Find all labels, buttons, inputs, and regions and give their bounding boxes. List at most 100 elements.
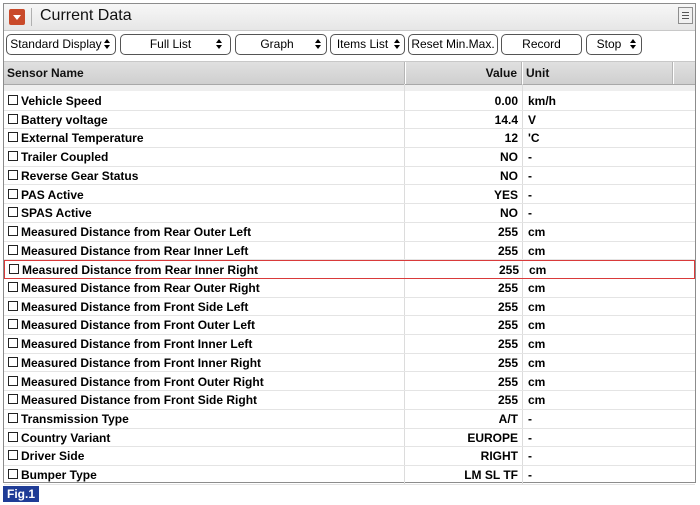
sensor-unit: - bbox=[528, 411, 532, 426]
sensor-unit: cm bbox=[529, 263, 547, 278]
menu-icon[interactable] bbox=[678, 7, 693, 24]
checkbox-icon[interactable] bbox=[8, 151, 18, 162]
table-row[interactable]: Transmission Type A/T - bbox=[4, 410, 695, 429]
checkbox-icon[interactable] bbox=[8, 319, 18, 330]
sensor-value: 255 bbox=[497, 224, 518, 239]
column-divider[interactable] bbox=[521, 62, 523, 84]
record-button[interactable]: Record bbox=[501, 34, 582, 55]
items-list-select[interactable]: Items List bbox=[330, 34, 405, 55]
checkbox-icon[interactable] bbox=[8, 356, 18, 367]
table-row[interactable]: Measured Distance from Front Inner Left 2… bbox=[4, 335, 695, 354]
record-label: Record bbox=[522, 37, 561, 51]
checkbox-icon[interactable] bbox=[8, 338, 18, 349]
column-divider[interactable] bbox=[672, 62, 674, 84]
sensor-unit: cm bbox=[528, 243, 546, 258]
items-list-label: Items List bbox=[336, 37, 389, 51]
sensor-name: Driver Side bbox=[21, 449, 85, 464]
sensor-unit: - bbox=[528, 187, 532, 202]
spinner-arrows-icon bbox=[216, 39, 222, 50]
checkbox-icon[interactable] bbox=[8, 375, 18, 386]
table-row[interactable]: SPAS Active NO - bbox=[4, 204, 695, 223]
checkbox-icon[interactable] bbox=[8, 95, 18, 105]
sensor-name: Country Variant bbox=[21, 430, 111, 445]
sensor-name: SPAS Active bbox=[21, 206, 92, 221]
sensor-name: Measured Distance from Rear Inner Right bbox=[22, 263, 259, 278]
sensor-value: 14.4 bbox=[494, 112, 518, 127]
checkbox-icon[interactable] bbox=[8, 431, 18, 442]
sensor-unit: cm bbox=[528, 355, 546, 370]
table-row[interactable]: Measured Distance from Front Side Left 25… bbox=[4, 298, 695, 317]
sensor-value: NO bbox=[500, 206, 518, 221]
table-row[interactable]: Driver Side RIGHT - bbox=[4, 447, 695, 466]
table-row[interactable]: Measured Distance from Rear Inner Right 2… bbox=[4, 260, 695, 279]
sensor-value: NO bbox=[500, 168, 518, 183]
checkbox-icon[interactable] bbox=[9, 264, 19, 275]
sensor-unit: V bbox=[528, 112, 537, 127]
checkbox-icon[interactable] bbox=[8, 132, 18, 143]
table-row[interactable]: Bumper Type LM SL TF - bbox=[4, 466, 695, 485]
checkbox-icon[interactable] bbox=[8, 169, 18, 180]
checkbox-icon[interactable] bbox=[8, 450, 18, 461]
sensor-value: EUROPE bbox=[467, 430, 518, 445]
table-row[interactable]: PAS Active YES - bbox=[4, 186, 695, 205]
table-row[interactable]: External Temperature 12 'C bbox=[4, 129, 695, 149]
table-row[interactable]: Trailer Coupled NO - bbox=[4, 148, 695, 167]
sensor-value: 255 bbox=[497, 337, 518, 352]
table-row[interactable]: Vehicle Speed 0.00 km/h bbox=[4, 92, 695, 111]
checkbox-icon[interactable] bbox=[8, 469, 18, 479]
checkbox-icon[interactable] bbox=[8, 225, 18, 236]
checkbox-icon[interactable] bbox=[8, 244, 18, 255]
reset-min-max-button[interactable]: Reset Min.Max. bbox=[408, 34, 498, 55]
sensor-unit: cm bbox=[528, 299, 546, 314]
graph-select[interactable]: Graph bbox=[235, 34, 327, 55]
sensor-value: 255 bbox=[497, 374, 518, 389]
figure-label: Fig.1 bbox=[3, 486, 39, 502]
stop-select[interactable]: Stop bbox=[586, 34, 642, 55]
display-mode-select[interactable]: Standard Display bbox=[6, 34, 116, 55]
table-row[interactable]: Measured Distance from Rear Outer Left 25… bbox=[4, 223, 695, 242]
title-separator bbox=[31, 8, 32, 26]
table-row[interactable]: Battery voltage 14.4 V bbox=[4, 111, 695, 130]
checkbox-icon[interactable] bbox=[8, 282, 18, 292]
sensor-name: Battery voltage bbox=[21, 112, 108, 127]
column-header-unit[interactable]: Unit bbox=[526, 62, 549, 84]
checkbox-icon[interactable] bbox=[8, 207, 18, 218]
collapse-arrow-icon[interactable] bbox=[9, 9, 25, 25]
sensor-unit: - bbox=[528, 449, 532, 464]
sensor-value: NO bbox=[500, 150, 518, 165]
sensor-unit: - bbox=[528, 150, 532, 165]
sensor-name: Trailer Coupled bbox=[21, 150, 109, 165]
sensor-value: 12 bbox=[504, 131, 518, 146]
reset-min-max-label: Reset Min.Max. bbox=[411, 37, 495, 51]
spinner-arrows-icon bbox=[104, 39, 110, 50]
checkbox-icon[interactable] bbox=[8, 188, 18, 199]
current-data-panel: Current Data Standard Display Full List … bbox=[3, 3, 696, 485]
sensor-value: 255 bbox=[497, 299, 518, 314]
table-row[interactable]: Measured Distance from Front Outer Right… bbox=[4, 373, 695, 392]
sensor-name: Measured Distance from Rear Inner Left bbox=[21, 243, 249, 258]
table-row[interactable]: Reverse Gear Status NO - bbox=[4, 167, 695, 186]
table-row[interactable]: Measured Distance from Rear Outer Right 2… bbox=[4, 279, 695, 298]
sensor-name: External Temperature bbox=[21, 131, 144, 146]
table-row[interactable]: Measured Distance from Rear Inner Left 25… bbox=[4, 242, 695, 261]
table-row[interactable]: Measured Distance from Front Inner Right… bbox=[4, 354, 695, 373]
checkbox-icon[interactable] bbox=[8, 412, 18, 423]
sensor-name: Bumper Type bbox=[21, 468, 97, 482]
sensor-name: Measured Distance from Rear Outer Right bbox=[21, 281, 260, 295]
checkbox-icon[interactable] bbox=[8, 394, 18, 405]
sensor-value: RIGHT bbox=[480, 449, 518, 464]
table-row[interactable]: Measured Distance from Front Outer Left 2… bbox=[4, 316, 695, 336]
checkbox-icon[interactable] bbox=[8, 300, 18, 311]
sensor-name: Reverse Gear Status bbox=[21, 168, 139, 183]
list-mode-select[interactable]: Full List bbox=[120, 34, 231, 55]
sensor-value: 255 bbox=[497, 243, 518, 258]
column-header-sensor-name[interactable]: Sensor Name bbox=[7, 62, 84, 84]
sensor-value: A/T bbox=[498, 411, 518, 426]
sensor-unit: - bbox=[528, 430, 532, 445]
table-row[interactable]: Country Variant EUROPE - bbox=[4, 429, 695, 448]
checkbox-icon[interactable] bbox=[8, 113, 18, 124]
sensor-unit: cm bbox=[528, 374, 546, 389]
title-bar: Current Data bbox=[4, 4, 695, 31]
table-row[interactable]: Measured Distance from Front Side Right 2… bbox=[4, 391, 695, 410]
column-header-value[interactable]: Value bbox=[405, 62, 517, 84]
